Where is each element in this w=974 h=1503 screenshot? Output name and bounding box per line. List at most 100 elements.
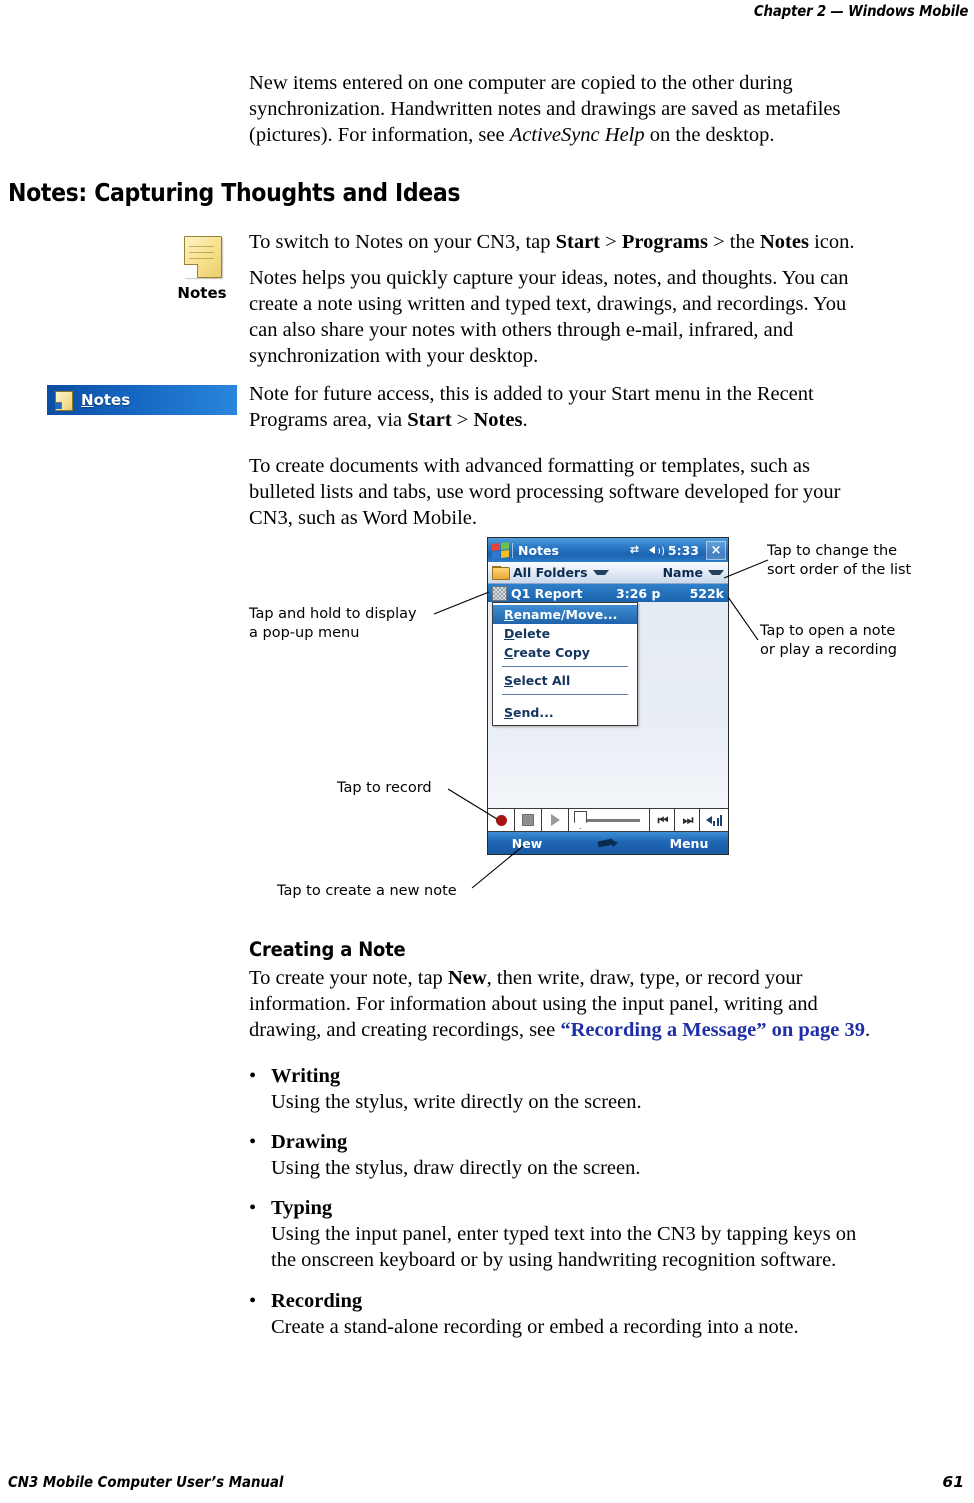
- clock[interactable]: 5:33: [668, 543, 699, 558]
- notes-bold: Notes: [759, 231, 809, 253]
- documents-line-2: bulleted lists and tabs, use word proces…: [249, 481, 841, 503]
- start-menu-notes-rest: otes: [93, 391, 131, 409]
- menu-item-select-all-label: elect All: [513, 673, 571, 688]
- intro-line-2: synchronization. Handwritten notes and d…: [249, 98, 841, 120]
- folder-filter-label[interactable]: All Folders: [513, 565, 588, 580]
- play-icon: [550, 814, 560, 826]
- connectivity-icon[interactable]: ⇄: [630, 544, 644, 556]
- future-line-2-post: .: [522, 409, 528, 431]
- record-icon: [495, 814, 507, 826]
- helps-line-1: Notes helps you quickly capture your ide…: [249, 267, 849, 289]
- notes-mini-icon: [53, 390, 73, 411]
- menu-item-create-copy[interactable]: Create Copy: [493, 643, 637, 662]
- slider-track: [584, 818, 640, 822]
- stylus-icon: [597, 837, 619, 850]
- cross-reference-link[interactable]: “Recording a Message” on page 39: [560, 1019, 865, 1041]
- bullet-writing: • Writing Using the stylus, write direct…: [249, 1063, 971, 1115]
- bullet-term: Recording: [271, 1290, 363, 1312]
- switch-pre: To switch to Notes on your CN3, tap: [249, 231, 556, 253]
- folder-chevron-down-icon[interactable]: [592, 570, 609, 575]
- new-softkey[interactable]: New: [488, 836, 566, 851]
- create-line-3-pre: drawing, and creating recordings, see: [249, 1019, 561, 1041]
- stop-icon: [522, 814, 534, 826]
- sort-chevron-down-icon[interactable]: [708, 570, 724, 575]
- bullet-desc: Using the stylus, draw directly on the s…: [271, 1157, 641, 1179]
- bullet-dot: •: [249, 1197, 257, 1219]
- start-bold: Start: [555, 231, 601, 253]
- folder-sort-bar: All Folders Name: [488, 562, 728, 584]
- volume-icon[interactable]: [648, 544, 664, 557]
- sort-order-label[interactable]: Name: [663, 565, 703, 580]
- callout-new-note: Tap to create a new note: [277, 883, 457, 899]
- switch-sep2: > the: [707, 231, 760, 253]
- start-menu-notes-item[interactable]: Notes: [47, 385, 237, 415]
- create-line-1-post: , then write, draw, type, or record your: [486, 967, 803, 989]
- bullet-dot: •: [249, 1290, 257, 1312]
- slider-thumb[interactable]: [574, 811, 587, 829]
- bullet-term: Drawing: [271, 1131, 348, 1153]
- callout-record: Tap to record: [337, 780, 432, 796]
- menu-item-rename-move-mnemonic: R: [504, 607, 514, 622]
- menu-item-create-copy-mnemonic: C: [504, 645, 514, 660]
- note-list-area: Rename/Move... Delete Create Copy Select…: [488, 602, 728, 808]
- switch-post: icon.: [808, 231, 855, 253]
- bullet-dot: •: [249, 1065, 257, 1087]
- start-menu-notes-label: Notes: [81, 391, 130, 409]
- play-button[interactable]: [542, 809, 569, 831]
- notes-icon: [179, 234, 225, 280]
- bullet-dot: •: [249, 1131, 257, 1153]
- close-icon[interactable]: ×: [706, 540, 726, 560]
- future-notes-bold: Notes: [473, 409, 523, 431]
- note-size: 522k: [689, 585, 724, 601]
- menu-item-rename-move[interactable]: Rename/Move...: [493, 605, 637, 624]
- intro-line-3-pre: (pictures). For information, see: [249, 124, 510, 146]
- bullet-desc-line-2: the onscreen keyboard or by using handwr…: [271, 1249, 837, 1271]
- menu-item-beam-file[interactable]: Send...: [493, 703, 637, 722]
- programs-bold: Programs: [621, 231, 708, 253]
- speaker-icon: [706, 816, 712, 824]
- menu-separator-1: [502, 666, 628, 667]
- pda-status-icons: ⇄ 5:33 ×: [630, 540, 726, 560]
- menu-item-rename-move-label: ename/Move...: [513, 607, 618, 622]
- menu-item-delete-mnemonic: D: [504, 626, 515, 641]
- activesync-help-title: ActiveSync Help: [509, 124, 645, 146]
- recording-toolbar: ⏮ ⏭: [488, 808, 728, 832]
- bullet-term: Writing: [271, 1065, 341, 1087]
- callout-sort-order: Tap to change the sort order of the list: [767, 543, 912, 578]
- softkey-bar: New Menu: [488, 832, 728, 854]
- record-button[interactable]: [488, 809, 515, 831]
- notes-icon-label: Notes: [177, 284, 227, 302]
- documents-line-1: To create documents with advanced format…: [249, 455, 810, 477]
- menu-item-beam-file-label: end...: [513, 705, 554, 720]
- stop-button[interactable]: [515, 809, 542, 831]
- menu-item-delete[interactable]: Delete: [493, 624, 637, 643]
- subsection-heading: Creating a Note: [249, 938, 406, 961]
- start-menu-icon[interactable]: [492, 541, 509, 559]
- menu-item-create-copy-label: reate Copy: [513, 645, 590, 660]
- note-name: Q1 Report: [511, 585, 583, 601]
- bullet-desc-line-1: Using the input panel, enter typed text …: [271, 1223, 857, 1245]
- bullet-recording: • Recording Create a stand-alone recordi…: [249, 1288, 971, 1340]
- running-head: Chapter 2 — Windows Mobile: [753, 2, 969, 20]
- note-time: 3:26 p: [616, 585, 661, 601]
- playback-slider[interactable]: [569, 809, 650, 831]
- titlebar-divider: [512, 542, 513, 558]
- input-panel-button[interactable]: [566, 837, 650, 850]
- callout-popup-menu: Tap and hold to display a pop-up menu: [249, 606, 417, 641]
- menu-item-delete-label: elete: [514, 626, 551, 641]
- helps-line-3: can also share your notes with others th…: [249, 319, 794, 341]
- bullet-term: Typing: [271, 1197, 333, 1219]
- documents-line-3: CN3, such as Word Mobile.: [249, 507, 478, 529]
- menu-separator-2: [502, 694, 628, 695]
- intro-paragraph: New items entered on one computer are co…: [249, 70, 971, 148]
- menu-softkey[interactable]: Menu: [650, 836, 728, 851]
- para-switch-to-notes: To switch to Notes on your CN3, tap Star…: [249, 229, 971, 255]
- create-line-2: information. For information about using…: [249, 993, 818, 1015]
- volume-button[interactable]: [700, 809, 728, 831]
- note-list-row[interactable]: Q1 Report 3:26 p 522k: [488, 584, 728, 602]
- previous-button[interactable]: ⏮: [650, 809, 675, 831]
- next-button[interactable]: ⏭: [675, 809, 700, 831]
- start-menu-notes-mnemonic: N: [81, 391, 94, 409]
- footer-page-number: 61: [942, 1473, 964, 1491]
- menu-item-select-all[interactable]: Select All: [493, 671, 637, 690]
